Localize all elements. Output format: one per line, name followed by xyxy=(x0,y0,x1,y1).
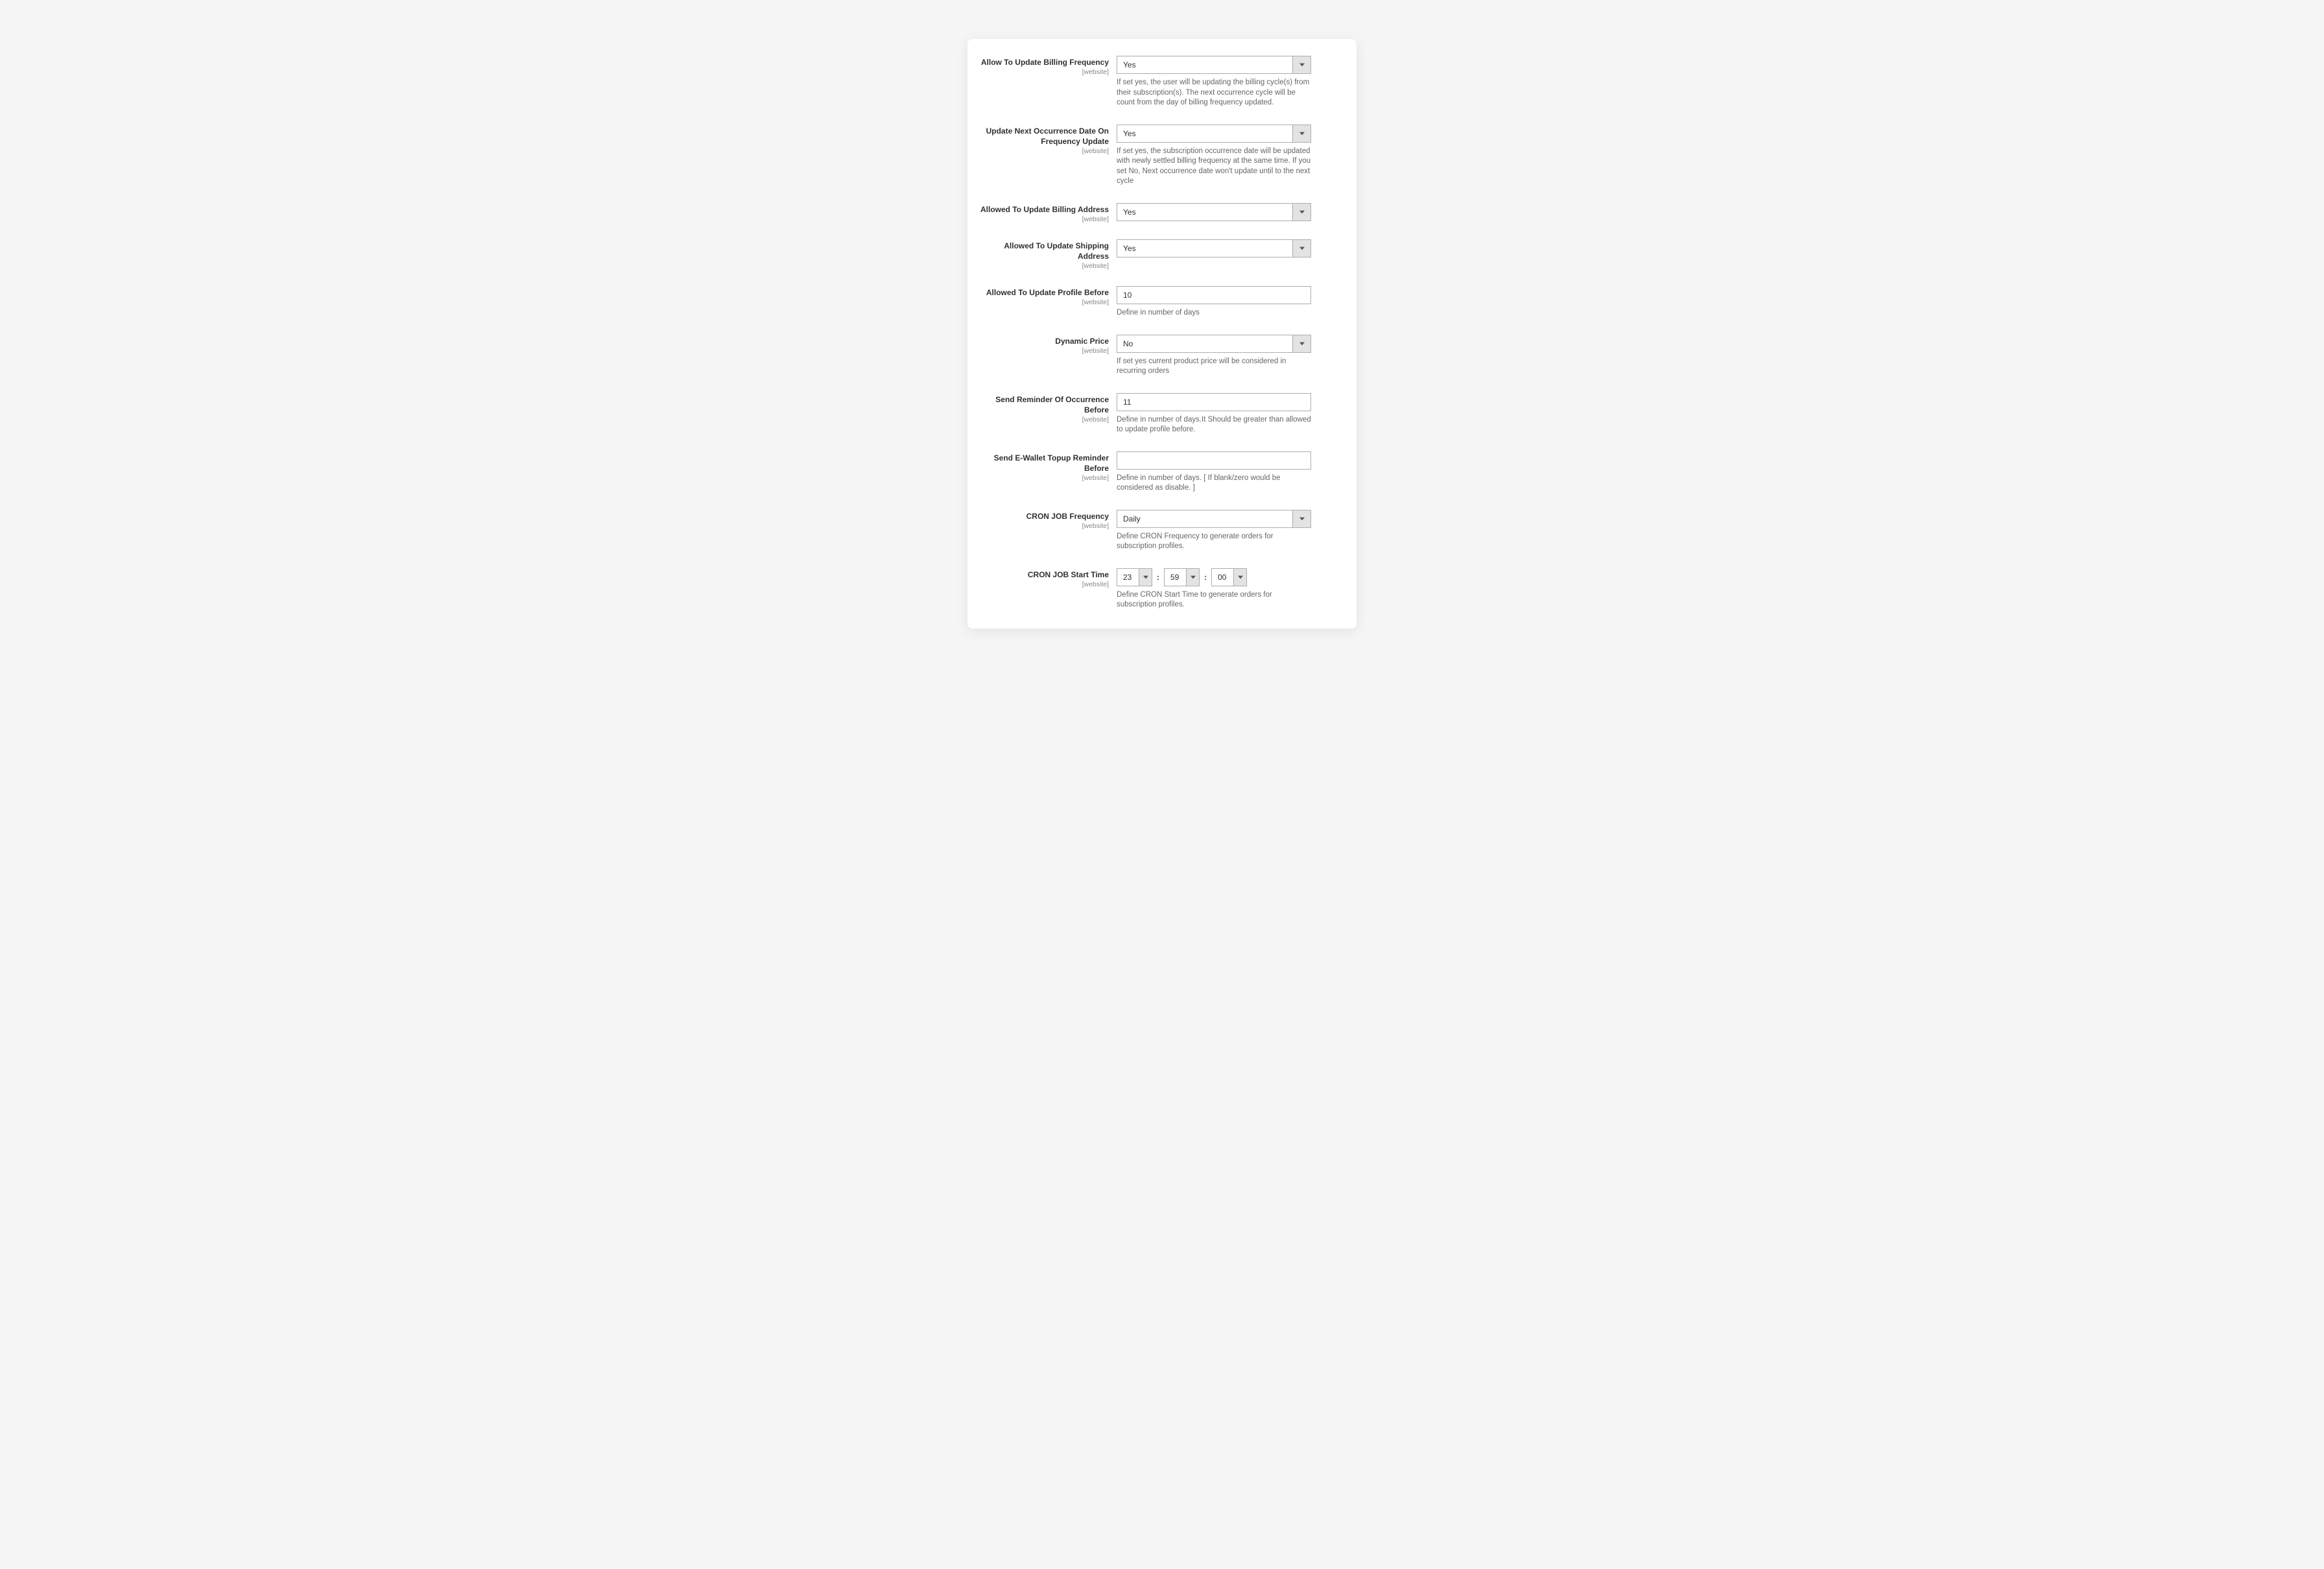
select-value: 59 xyxy=(1165,569,1186,586)
control-col: Yes If set yes, the user will be updatin… xyxy=(1117,56,1344,108)
time-group: 23 : 59 : 00 xyxy=(1117,568,1344,586)
label-col: Allow To Update Billing Frequency [websi… xyxy=(980,56,1117,76)
chevron-down-icon xyxy=(1292,56,1310,73)
select-value: No xyxy=(1117,335,1292,352)
select-value: 00 xyxy=(1212,569,1233,586)
select-dynamic-price[interactable]: No xyxy=(1117,335,1311,353)
label-col: Send E-Wallet Topup Reminder Before [web… xyxy=(980,451,1117,482)
field-send-reminder-occurrence: Send Reminder Of Occurrence Before [webs… xyxy=(980,393,1344,435)
field-allowed-update-shipping-address: Allowed To Update Shipping Address [webs… xyxy=(980,239,1344,270)
select-update-next-occurrence[interactable]: Yes xyxy=(1117,125,1311,143)
control-col: Define in number of days. [ If blank/zer… xyxy=(1117,451,1344,494)
field-scope: [website] xyxy=(980,215,1109,223)
help-text: If set yes current product price will be… xyxy=(1117,357,1311,377)
field-label: Send Reminder Of Occurrence Before xyxy=(980,394,1109,415)
select-cron-second[interactable]: 00 xyxy=(1211,568,1247,586)
help-text: Define in number of days.It Should be gr… xyxy=(1117,415,1311,435)
field-label: Allow To Update Billing Frequency xyxy=(980,57,1109,67)
control-col: 23 : 59 : 00 xyxy=(1117,568,1344,610)
help-text: Define in number of days xyxy=(1117,308,1311,318)
select-value: Yes xyxy=(1117,125,1292,142)
chevron-down-icon xyxy=(1186,569,1199,586)
field-cron-frequency: CRON JOB Frequency [website] Daily Defin… xyxy=(980,510,1344,552)
field-label: Allowed To Update Billing Address xyxy=(980,204,1109,215)
field-allowed-update-profile-before: Allowed To Update Profile Before [websit… xyxy=(980,286,1344,318)
select-cron-minute[interactable]: 59 xyxy=(1164,568,1200,586)
field-scope: [website] xyxy=(980,298,1109,306)
control-col: Define in number of days xyxy=(1117,286,1344,318)
field-dynamic-price: Dynamic Price [website] No If set yes cu… xyxy=(980,335,1344,377)
control-col: Define in number of days.It Should be gr… xyxy=(1117,393,1344,435)
control-col: Daily Define CRON Frequency to generate … xyxy=(1117,510,1344,552)
label-col: CRON JOB Start Time [website] xyxy=(980,568,1117,588)
chevron-down-icon xyxy=(1292,204,1310,221)
control-col: No If set yes current product price will… xyxy=(1117,335,1344,377)
select-cron-hour[interactable]: 23 xyxy=(1117,568,1152,586)
input-send-ewallet-reminder[interactable] xyxy=(1117,451,1311,470)
label-col: CRON JOB Frequency [website] xyxy=(980,510,1117,530)
time-separator: : xyxy=(1204,573,1207,582)
control-col: Yes xyxy=(1117,203,1344,221)
help-text: If set yes, the user will be updating th… xyxy=(1117,78,1311,108)
field-label: CRON JOB Frequency xyxy=(980,511,1109,521)
chevron-down-icon xyxy=(1292,335,1310,352)
field-scope: [website] xyxy=(980,416,1109,424)
field-update-next-occurrence: Update Next Occurrence Date On Frequency… xyxy=(980,125,1344,187)
input-allowed-update-profile-before[interactable] xyxy=(1117,286,1311,304)
field-allow-update-billing-frequency: Allow To Update Billing Frequency [websi… xyxy=(980,56,1344,108)
chevron-down-icon xyxy=(1292,125,1310,142)
select-cron-frequency[interactable]: Daily xyxy=(1117,510,1311,528)
chevron-down-icon xyxy=(1292,240,1310,257)
settings-panel: Allow To Update Billing Frequency [websi… xyxy=(967,39,1357,629)
label-col: Update Next Occurrence Date On Frequency… xyxy=(980,125,1117,155)
field-label: CRON JOB Start Time xyxy=(980,569,1109,580)
field-scope: [website] xyxy=(980,581,1109,588)
chevron-down-icon xyxy=(1139,569,1152,586)
select-allow-update-billing-frequency[interactable]: Yes xyxy=(1117,56,1311,74)
field-label: Dynamic Price xyxy=(980,336,1109,346)
select-value: Yes xyxy=(1117,204,1292,221)
field-cron-start-time: CRON JOB Start Time [website] 23 : 59 xyxy=(980,568,1344,610)
field-scope: [website] xyxy=(980,522,1109,530)
chevron-down-icon xyxy=(1292,510,1310,527)
label-col: Allowed To Update Shipping Address [webs… xyxy=(980,239,1117,270)
help-text: If set yes, the subscription occurrence … xyxy=(1117,147,1311,187)
control-col: Yes If set yes, the subscription occurre… xyxy=(1117,125,1344,187)
field-scope: [website] xyxy=(980,347,1109,355)
label-col: Send Reminder Of Occurrence Before [webs… xyxy=(980,393,1117,424)
select-value: Yes xyxy=(1117,56,1292,73)
field-allowed-update-billing-address: Allowed To Update Billing Address [websi… xyxy=(980,203,1344,223)
time-separator: : xyxy=(1157,573,1159,582)
field-send-ewallet-reminder: Send E-Wallet Topup Reminder Before [web… xyxy=(980,451,1344,494)
field-label: Send E-Wallet Topup Reminder Before xyxy=(980,453,1109,473)
field-scope: [website] xyxy=(980,262,1109,270)
chevron-down-icon xyxy=(1233,569,1246,586)
field-scope: [website] xyxy=(980,147,1109,155)
help-text: Define CRON Frequency to generate orders… xyxy=(1117,532,1311,552)
label-col: Allowed To Update Profile Before [websit… xyxy=(980,286,1117,306)
field-scope: [website] xyxy=(980,474,1109,482)
select-value: 23 xyxy=(1117,569,1139,586)
control-col: Yes xyxy=(1117,239,1344,258)
field-scope: [website] xyxy=(980,68,1109,76)
help-text: Define in number of days. [ If blank/zer… xyxy=(1117,473,1311,494)
select-value: Yes xyxy=(1117,240,1292,257)
select-value: Daily xyxy=(1117,510,1292,527)
select-allowed-update-billing-address[interactable]: Yes xyxy=(1117,203,1311,221)
input-send-reminder-occurrence[interactable] xyxy=(1117,393,1311,411)
field-label: Allowed To Update Profile Before xyxy=(980,287,1109,298)
help-text: Define CRON Start Time to generate order… xyxy=(1117,590,1311,610)
field-label: Update Next Occurrence Date On Frequency… xyxy=(980,126,1109,147)
select-allowed-update-shipping-address[interactable]: Yes xyxy=(1117,239,1311,258)
label-col: Allowed To Update Billing Address [websi… xyxy=(980,203,1117,223)
field-label: Allowed To Update Shipping Address xyxy=(980,241,1109,261)
label-col: Dynamic Price [website] xyxy=(980,335,1117,355)
